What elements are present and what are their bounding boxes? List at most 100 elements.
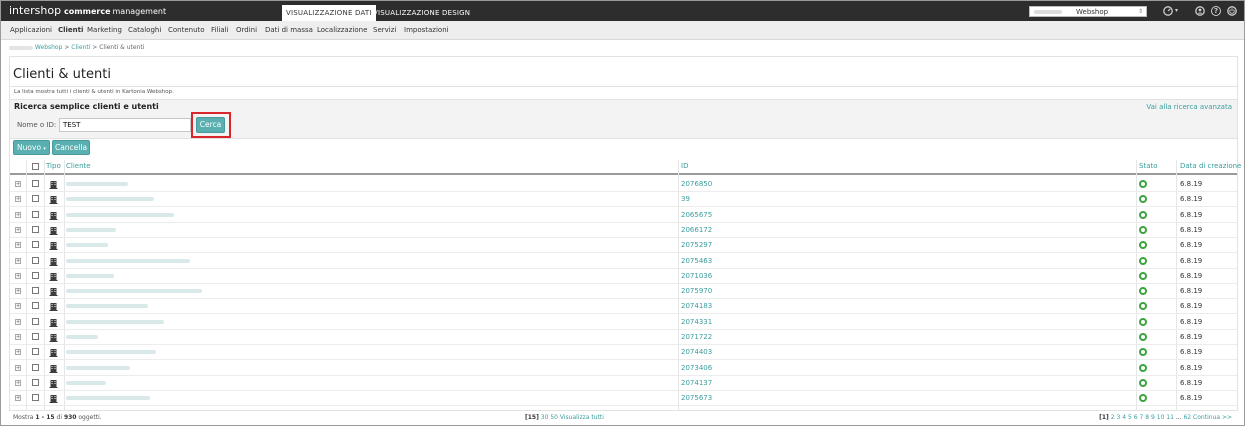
page-size-option[interactable]: 30 [541,414,549,421]
page-link[interactable]: 10 [1157,414,1165,421]
nav-item-applicazioni[interactable]: Applicazioni [10,21,52,39]
nav-item-cataloghi[interactable]: Cataloghi [128,21,161,39]
expand-icon[interactable]: + [15,349,21,356]
customer-name-blurred[interactable] [66,227,116,232]
customer-id-link[interactable]: 2076850 [681,177,712,191]
row-checkbox[interactable] [32,333,39,340]
expand-icon[interactable]: + [15,364,21,371]
page-link-last[interactable]: 62 [1183,414,1191,421]
page-link[interactable]: 9 [1151,414,1155,421]
row-checkbox[interactable] [32,378,39,386]
row-checkbox[interactable] [32,195,39,203]
column-type[interactable]: Tipo [46,160,61,173]
dashboard-icon[interactable] [1163,6,1173,16]
customer-id-link[interactable]: 2075297 [681,238,712,252]
user-icon[interactable] [1195,6,1205,16]
row-checkbox[interactable] [32,394,39,402]
nav-item-filiali[interactable]: Filiali [211,21,229,39]
customer-name-blurred[interactable] [66,335,98,339]
row-checkbox[interactable] [32,241,39,249]
row-checkbox[interactable] [32,210,39,218]
nav-item-ordini[interactable]: Ordini [236,21,257,39]
page-link[interactable]: 4 [1122,414,1126,421]
expand-icon[interactable]: + [15,395,21,402]
customer-id-link[interactable]: 2074403 [681,345,712,359]
expand-icon[interactable]: + [15,272,21,279]
row-checkbox[interactable] [32,302,39,310]
row-checkbox[interactable] [32,287,39,295]
customer-name-blurred[interactable] [66,304,148,309]
row-checkbox[interactable] [32,180,39,187]
customer-id-link[interactable]: 2074183 [681,299,712,313]
nav-item-localizzazione[interactable]: Localizzazione [317,21,367,39]
customer-name-blurred[interactable] [66,350,156,355]
new-button[interactable]: Nuovo ▾ [13,140,50,155]
expand-icon[interactable]: + [15,226,21,233]
page-link[interactable]: 11 [1166,414,1174,421]
customer-name-blurred[interactable] [66,396,150,401]
row-checkbox[interactable] [32,363,39,371]
site-selector[interactable]: Webshop ⇕ [1029,6,1147,17]
customer-name-blurred[interactable] [66,273,114,278]
column-customer[interactable]: Cliente [66,160,91,173]
page-link[interactable]: 7 [1139,414,1143,421]
customer-name-blurred[interactable] [66,380,106,385]
advanced-search-link[interactable]: Vai alla ricerca avanzata [1146,102,1232,112]
nav-item-marketing[interactable]: Marketing [87,21,122,39]
show-all-link[interactable]: Visualizza tutti [560,414,604,421]
expand-icon[interactable]: + [15,288,21,295]
expand-icon[interactable]: + [15,379,21,386]
nav-item-clienti[interactable]: Clienti [58,21,83,39]
row-checkbox[interactable] [32,256,39,264]
customer-name-blurred[interactable] [66,243,108,248]
expand-icon[interactable]: + [15,181,21,187]
expand-icon[interactable]: + [15,318,21,325]
expand-icon[interactable]: + [15,303,21,310]
next-link[interactable]: Continua [1193,414,1220,421]
customer-id-link[interactable]: 2073406 [681,361,712,375]
search-input[interactable] [59,118,191,132]
customer-id-link[interactable]: 2075970 [681,284,712,298]
page-size-option[interactable]: 50 [550,414,558,421]
help-icon[interactable]: ? [1211,6,1221,16]
expand-icon[interactable]: + [15,211,21,218]
page-link[interactable]: 5 [1128,414,1132,421]
customer-id-link[interactable]: 2075673 [681,391,712,405]
expand-icon[interactable]: + [15,196,21,203]
customer-id-link[interactable]: 39 [681,192,690,206]
nav-item-contenuto[interactable]: Contenuto [168,21,205,39]
select-all-checkbox[interactable] [32,163,39,170]
page-link[interactable]: 3 [1116,414,1120,421]
breadcrumb-clienti[interactable]: Clienti [71,44,90,51]
nav-item-servizi[interactable]: Servizi [373,21,396,39]
customer-id-link[interactable]: 2074331 [681,315,712,329]
row-checkbox[interactable] [32,348,39,356]
customer-name-blurred[interactable] [66,182,128,186]
row-checkbox[interactable] [32,271,39,279]
expand-icon[interactable]: + [15,257,21,264]
column-status[interactable]: Stato [1139,160,1158,173]
customer-name-blurred[interactable] [66,212,174,217]
tab-design-view[interactable]: VISUALIZZAZIONE DESIGN [369,5,474,21]
nav-item-dati-di-massa[interactable]: Dati di massa [265,21,313,39]
customer-name-blurred[interactable] [66,289,202,294]
page-link[interactable]: 6 [1134,414,1138,421]
power-icon[interactable] [1227,6,1237,16]
customer-name-blurred[interactable] [66,258,190,263]
customer-id-link[interactable]: 2071036 [681,269,712,283]
breadcrumb-webshop[interactable]: Webshop [35,44,63,51]
customer-id-link[interactable]: 2066172 [681,223,712,237]
customer-name-blurred[interactable] [66,197,154,202]
expand-icon[interactable]: + [15,242,21,249]
expand-icon[interactable]: + [15,334,21,340]
row-checkbox[interactable] [32,317,39,325]
customer-name-blurred[interactable] [66,319,164,324]
customer-name-blurred[interactable] [66,365,130,370]
dropdown-caret-icon[interactable]: ▾ [1175,6,1178,16]
tab-data-view[interactable]: VISUALIZZAZIONE DATI [282,5,376,21]
logo[interactable]: intershop commerce management [9,4,166,19]
page-link[interactable]: 2 [1111,414,1115,421]
customer-id-link[interactable]: 2065675 [681,208,712,222]
next-arrow-link[interactable]: >> [1222,414,1232,421]
page-link[interactable]: 8 [1145,414,1149,421]
